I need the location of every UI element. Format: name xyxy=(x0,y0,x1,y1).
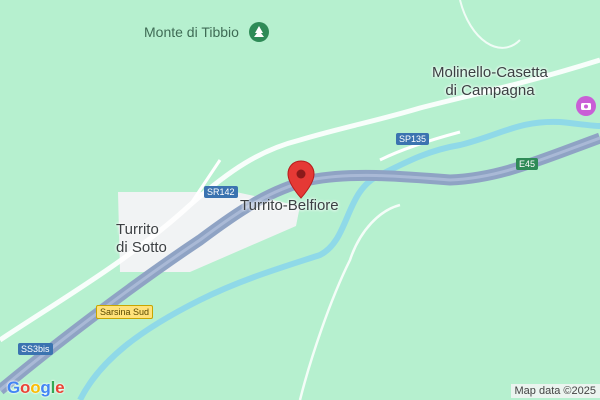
google-logo[interactable]: Google xyxy=(7,378,65,398)
road-shield-sp135: SP135 xyxy=(396,133,430,145)
google-logo-letter: G xyxy=(7,378,21,397)
place-label-line: Turrito xyxy=(116,221,159,238)
google-logo-letter: o xyxy=(20,378,31,397)
place-label-molinello[interactable]: Molinello-Casetta di Campagna xyxy=(432,64,548,100)
minor-road xyxy=(298,203,401,400)
map-data-credits[interactable]: Map data ©2025 xyxy=(510,384,600,398)
place-label-line: di Sotto xyxy=(116,239,167,256)
park-icon[interactable] xyxy=(249,22,269,42)
road-shield-sr142: SR142 xyxy=(204,186,238,198)
google-logo-letter: g xyxy=(40,378,51,397)
map-canvas[interactable]: Monte di Tibbio Molinello-Casetta di Cam… xyxy=(0,0,600,400)
google-logo-letter: e xyxy=(55,378,65,397)
exit-label-sarsina-sud: Sarsina Sud xyxy=(96,305,154,319)
road-shield-e45: E45 xyxy=(516,158,539,170)
camera-icon[interactable] xyxy=(576,96,596,116)
map-pin-icon[interactable] xyxy=(287,160,315,200)
peak-label[interactable]: Monte di Tibbio xyxy=(144,24,239,40)
google-logo-letter: o xyxy=(30,378,41,397)
place-label-turrito-sotto[interactable]: Turrito di Sotto xyxy=(116,221,167,257)
place-label-line: Molinello-Casetta xyxy=(432,64,548,81)
place-label-line: di Campagna xyxy=(445,82,535,99)
road-shield-ss3bis: SS3bis xyxy=(18,343,53,355)
minor-road xyxy=(459,0,521,49)
